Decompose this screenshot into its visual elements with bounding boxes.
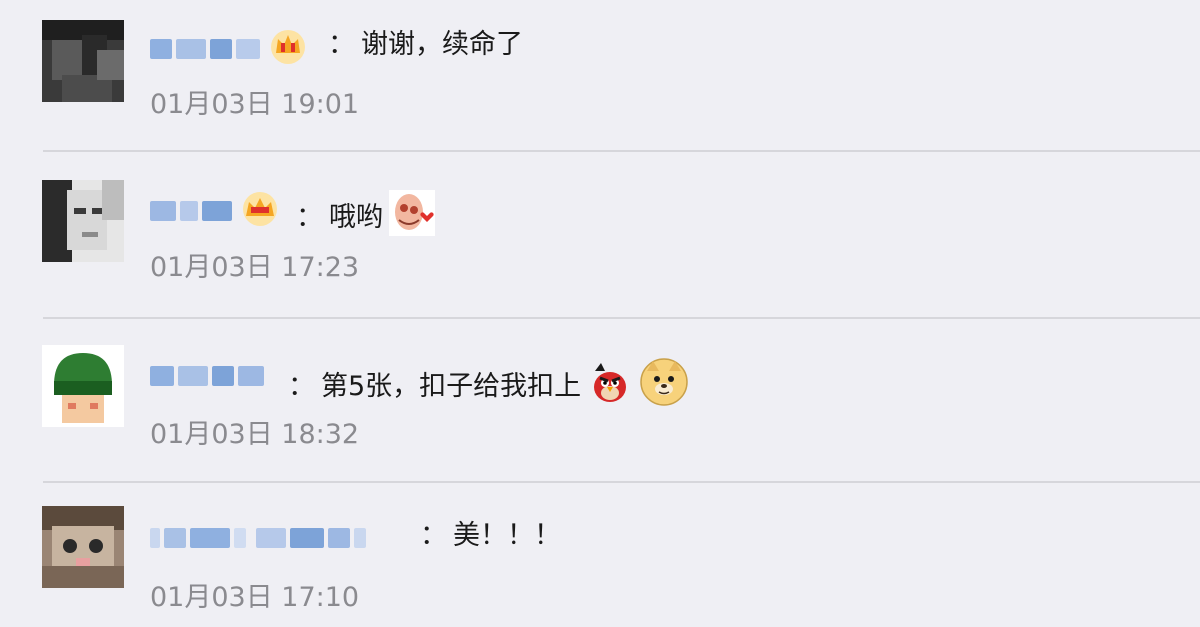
vip-crown-icon: [240, 191, 280, 231]
timestamp: 01月03日 18:32: [150, 419, 360, 450]
avatar[interactable]: [42, 506, 124, 588]
timestamp: 01月03日 17:23: [150, 252, 360, 283]
avatar[interactable]: [42, 180, 124, 262]
username[interactable]: [150, 191, 284, 231]
separator: ：: [288, 370, 315, 402]
timestamp: 01月03日 17:10: [150, 582, 360, 613]
avatar[interactable]: [42, 20, 124, 102]
doge-icon: [639, 357, 689, 416]
comment-text: 哦哟: [329, 201, 383, 233]
separator: ：: [328, 29, 355, 60]
username[interactable]: [150, 29, 312, 69]
username[interactable]: [150, 521, 370, 555]
angry-bird-icon: [587, 359, 633, 414]
separator: ：: [420, 520, 447, 551]
username[interactable]: [150, 359, 268, 393]
comment-item: ： 哦哟 01月03日 17:23: [0, 152, 1200, 317]
separator: ：: [296, 201, 323, 233]
comment-item: ： 谢谢，续命了 01月03日 19:01: [0, 0, 1200, 150]
comment-item: ： 第5张，扣子给我扣上 01月03日 18:32: [0, 319, 1200, 481]
vip-crown-icon: [268, 29, 308, 69]
avatar[interactable]: [42, 345, 124, 427]
comment-text: 第5张，扣子给我扣上: [321, 370, 582, 402]
comment-text: 谢谢，续命了: [361, 29, 523, 60]
cartoon-sticker-icon: [389, 190, 435, 245]
comment-text: 美！！！: [453, 520, 561, 551]
comment-item: ： 美！！！ 01月03日 17:10: [0, 483, 1200, 627]
timestamp: 01月03日 19:01: [150, 89, 360, 120]
